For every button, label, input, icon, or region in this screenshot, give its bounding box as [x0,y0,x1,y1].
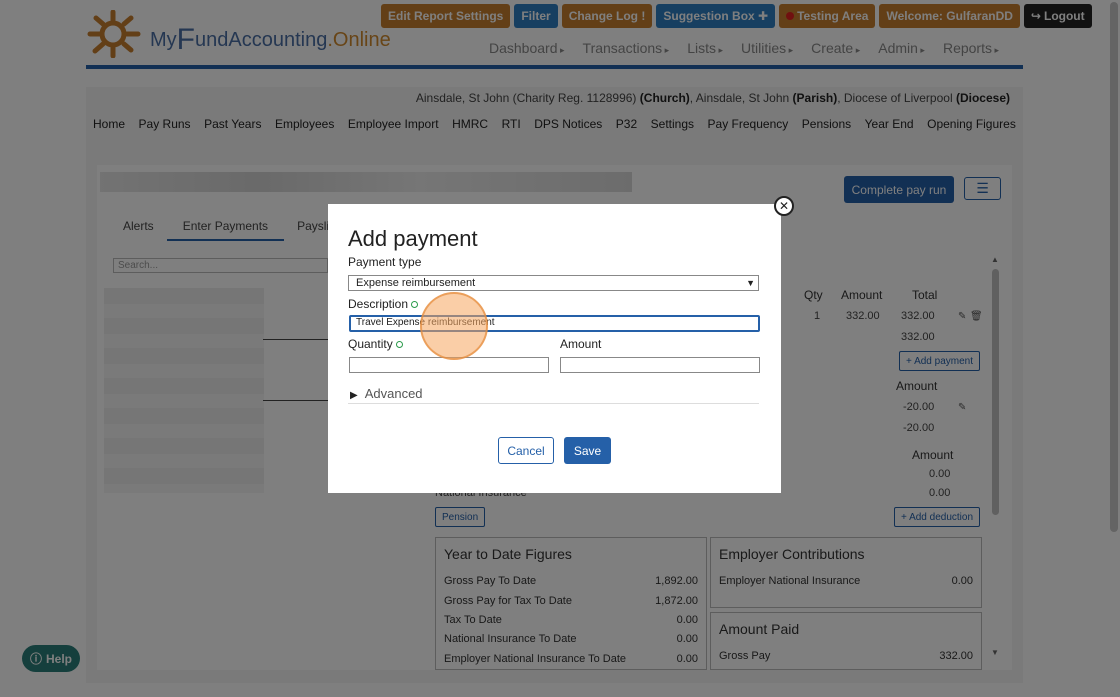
dialog-title: Add payment [348,226,478,251]
quantity-label: Quantity [348,337,403,351]
close-icon: ✕ [778,199,790,213]
cancel-button[interactable]: Cancel [498,437,554,464]
save-button[interactable]: Save [564,437,611,464]
description-input[interactable]: Travel Expense reimbursement [349,315,760,332]
close-dialog-button[interactable]: ✕ [774,196,794,216]
quantity-input[interactable] [349,357,549,373]
advanced-toggle[interactable]: ▶ Advanced [350,386,423,401]
chevron-down-icon: ▼ [746,278,755,288]
info-icon[interactable] [411,301,419,309]
payment-type-label: Payment type [348,255,422,269]
advanced-divider [348,403,759,404]
amount-input[interactable] [560,357,760,373]
add-payment-dialog: Add payment Payment type Expense reimbur… [328,204,781,493]
description-label: Description [348,297,419,311]
payment-type-select[interactable]: Expense reimbursement ▼ [348,275,759,291]
amount-label: Amount [560,337,602,351]
caret-right-icon: ▶ [350,390,358,401]
info-icon[interactable] [395,341,403,349]
